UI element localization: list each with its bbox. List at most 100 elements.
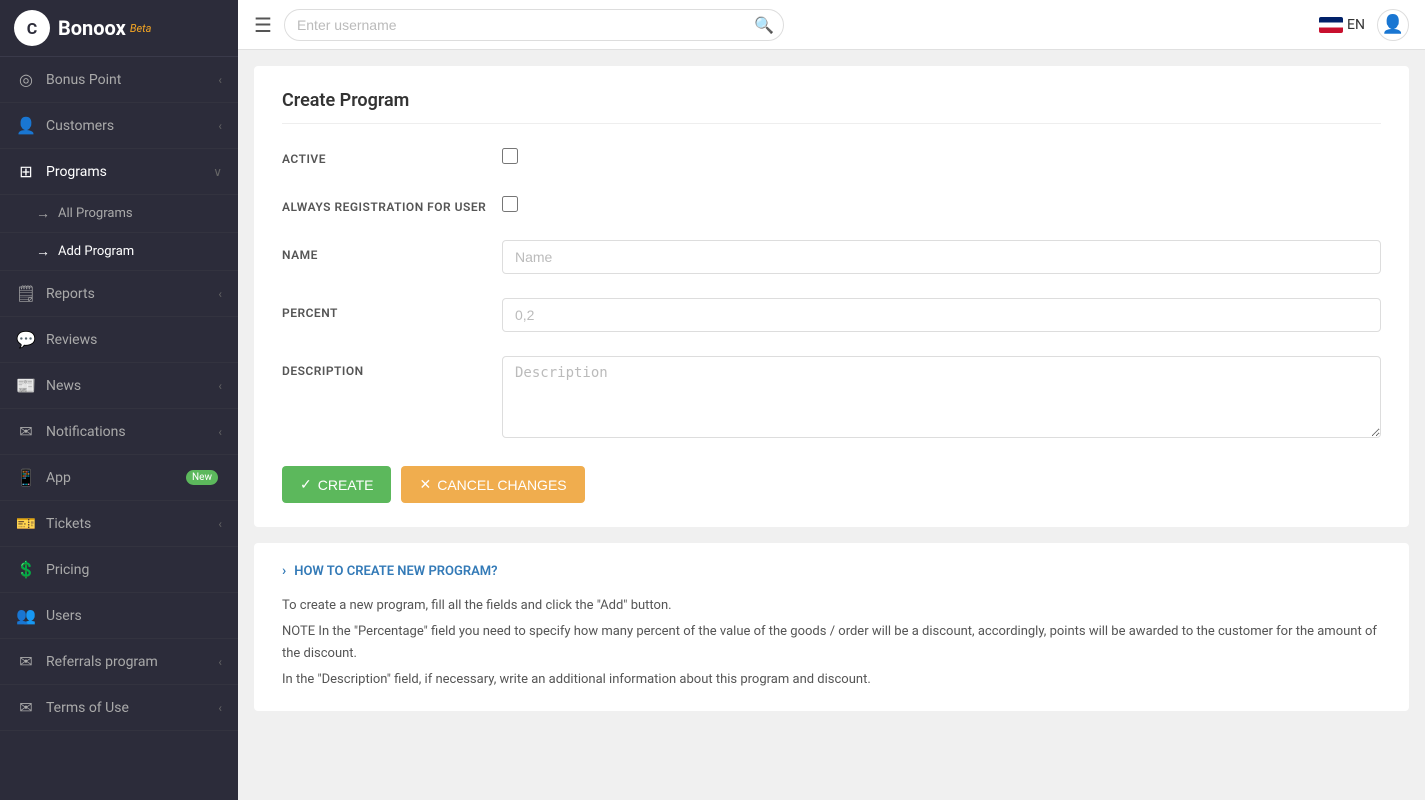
brand-name: Bonoox — [58, 16, 126, 40]
percent-label: PERCENT — [282, 298, 502, 320]
sidebar-item-notifications[interactable]: ✉ Notifications ‹ — [0, 409, 238, 455]
app-new-badge: New — [186, 470, 218, 485]
help-line-2: NOTE In the "Percentage" field you need … — [282, 621, 1381, 665]
search-box: 🔍 — [284, 9, 784, 41]
x-icon: ✕ — [419, 476, 431, 493]
customers-icon: 👤 — [16, 116, 36, 135]
help-card: › HOW TO CREATE NEW PROGRAM? To create a… — [254, 543, 1409, 711]
percent-input[interactable] — [502, 298, 1381, 332]
sidebar-item-label: Tickets — [46, 516, 218, 532]
always-reg-checkbox[interactable] — [502, 196, 518, 212]
main-area: ☰ 🔍 EN 👤 Create Program ACTIVE — [238, 0, 1425, 800]
search-input[interactable] — [284, 9, 784, 41]
help-line-1: To create a new program, fill all the fi… — [282, 595, 1381, 617]
sidebar-subitem-add-program[interactable]: → Add Program — [0, 233, 238, 271]
sidebar-item-app[interactable]: 📱 App New — [0, 455, 238, 501]
sidebar-item-reviews[interactable]: 💬 Reviews — [0, 317, 238, 363]
help-toggle[interactable]: › HOW TO CREATE NEW PROGRAM? — [282, 563, 1381, 579]
user-profile-button[interactable]: 👤 — [1377, 9, 1409, 41]
page-title: Create Program — [282, 90, 1381, 124]
description-textarea[interactable] — [502, 356, 1381, 438]
programs-icon: ⊞ — [16, 162, 36, 181]
main-content: Create Program ACTIVE ALWAYS REGISTRATIO… — [238, 50, 1425, 800]
flag-icon — [1319, 17, 1343, 33]
chevron-icon: ‹ — [218, 379, 222, 393]
always-reg-field — [502, 192, 1381, 216]
reviews-icon: 💬 — [16, 330, 36, 349]
terms-icon: ✉ — [16, 698, 36, 717]
sidebar-item-tickets[interactable]: 🎫 Tickets ‹ — [0, 501, 238, 547]
brand-beta: Beta — [130, 22, 152, 35]
percent-row: PERCENT — [282, 298, 1381, 332]
description-label: DESCRIPTION — [282, 356, 502, 378]
create-label: CREATE — [318, 477, 374, 493]
sidebar-item-label: Referrals program — [46, 654, 218, 670]
sidebar-item-pricing[interactable]: 💲 Pricing — [0, 547, 238, 593]
sidebar-item-label: Pricing — [46, 562, 222, 578]
topbar-right: EN 👤 — [1319, 9, 1409, 41]
sidebar-item-news[interactable]: 📰 News ‹ — [0, 363, 238, 409]
sidebar-item-referrals-program[interactable]: ✉ Referrals program ‹ — [0, 639, 238, 685]
referrals-icon: ✉ — [16, 652, 36, 671]
sidebar-item-reports[interactable]: 🗒 Reports ‹ — [0, 271, 238, 317]
active-field — [502, 144, 1381, 168]
lang-label: EN — [1347, 17, 1365, 33]
active-label: ACTIVE — [282, 144, 502, 166]
active-checkbox[interactable] — [502, 148, 518, 164]
chevron-icon: ‹ — [218, 287, 222, 301]
sidebar-item-label: Terms of Use — [46, 700, 218, 716]
name-input[interactable] — [502, 240, 1381, 274]
sub-item-label: All Programs — [58, 206, 133, 221]
app-icon: 📱 — [16, 468, 36, 487]
name-label: NAME — [282, 240, 502, 262]
language-selector[interactable]: EN — [1319, 17, 1365, 33]
description-field — [502, 356, 1381, 442]
sidebar-item-label: App — [46, 470, 186, 486]
cancel-button[interactable]: ✕ CANCEL CHANGES — [401, 466, 584, 503]
sidebar-item-label: Notifications — [46, 424, 218, 440]
sidebar-item-bonus-point[interactable]: ◎ Bonus Point ‹ — [0, 57, 238, 103]
reports-icon: 🗒 — [16, 284, 36, 303]
chevron-icon: ‹ — [218, 655, 222, 669]
description-row: DESCRIPTION — [282, 356, 1381, 442]
sub-item-label: Add Program — [58, 244, 134, 259]
topbar: ☰ 🔍 EN 👤 — [238, 0, 1425, 50]
sidebar-item-programs[interactable]: ⊞ Programs ∨ — [0, 149, 238, 195]
chevron-down-icon: ∨ — [213, 165, 222, 179]
active-row: ACTIVE — [282, 144, 1381, 168]
chevron-icon: ‹ — [218, 119, 222, 133]
users-icon: 👥 — [16, 606, 36, 625]
create-button[interactable]: ✓ CREATE — [282, 466, 391, 503]
chevron-icon: ‹ — [218, 701, 222, 715]
logo-circle: C — [14, 10, 50, 46]
logo-text: C — [27, 19, 37, 38]
sidebar-item-terms-of-use[interactable]: ✉ Terms of Use ‹ — [0, 685, 238, 731]
sidebar-header: C Bonoox Beta — [0, 0, 238, 57]
help-body: To create a new program, fill all the fi… — [282, 595, 1381, 691]
sidebar-subitem-all-programs[interactable]: → All Programs — [0, 195, 238, 233]
notifications-icon: ✉ — [16, 422, 36, 441]
chevron-icon: ‹ — [218, 517, 222, 531]
create-program-card: Create Program ACTIVE ALWAYS REGISTRATIO… — [254, 66, 1409, 527]
chevron-icon: ‹ — [218, 73, 222, 87]
pricing-icon: 💲 — [16, 560, 36, 579]
bonus-point-icon: ◎ — [16, 70, 36, 89]
hamburger-menu-icon[interactable]: ☰ — [254, 13, 272, 37]
name-row: NAME — [282, 240, 1381, 274]
arrow-right-icon: → — [36, 243, 50, 260]
sidebar-item-label: Customers — [46, 118, 218, 134]
sidebar-item-label: Reviews — [46, 332, 222, 348]
sidebar-item-label: Reports — [46, 286, 218, 302]
percent-field — [502, 298, 1381, 332]
search-icon: 🔍 — [754, 15, 774, 34]
name-field — [502, 240, 1381, 274]
chevron-icon: ‹ — [218, 425, 222, 439]
sidebar-item-label: Bonus Point — [46, 72, 218, 88]
sidebar-item-customers[interactable]: 👤 Customers ‹ — [0, 103, 238, 149]
sidebar-item-users[interactable]: 👥 Users — [0, 593, 238, 639]
sidebar: C Bonoox Beta ◎ Bonus Point ‹ 👤 Customer… — [0, 0, 238, 800]
chevron-right-icon: › — [282, 563, 286, 579]
always-reg-row: ALWAYS REGISTRATION FOR USER — [282, 192, 1381, 216]
always-reg-label: ALWAYS REGISTRATION FOR USER — [282, 192, 502, 214]
sidebar-item-label: News — [46, 378, 218, 394]
